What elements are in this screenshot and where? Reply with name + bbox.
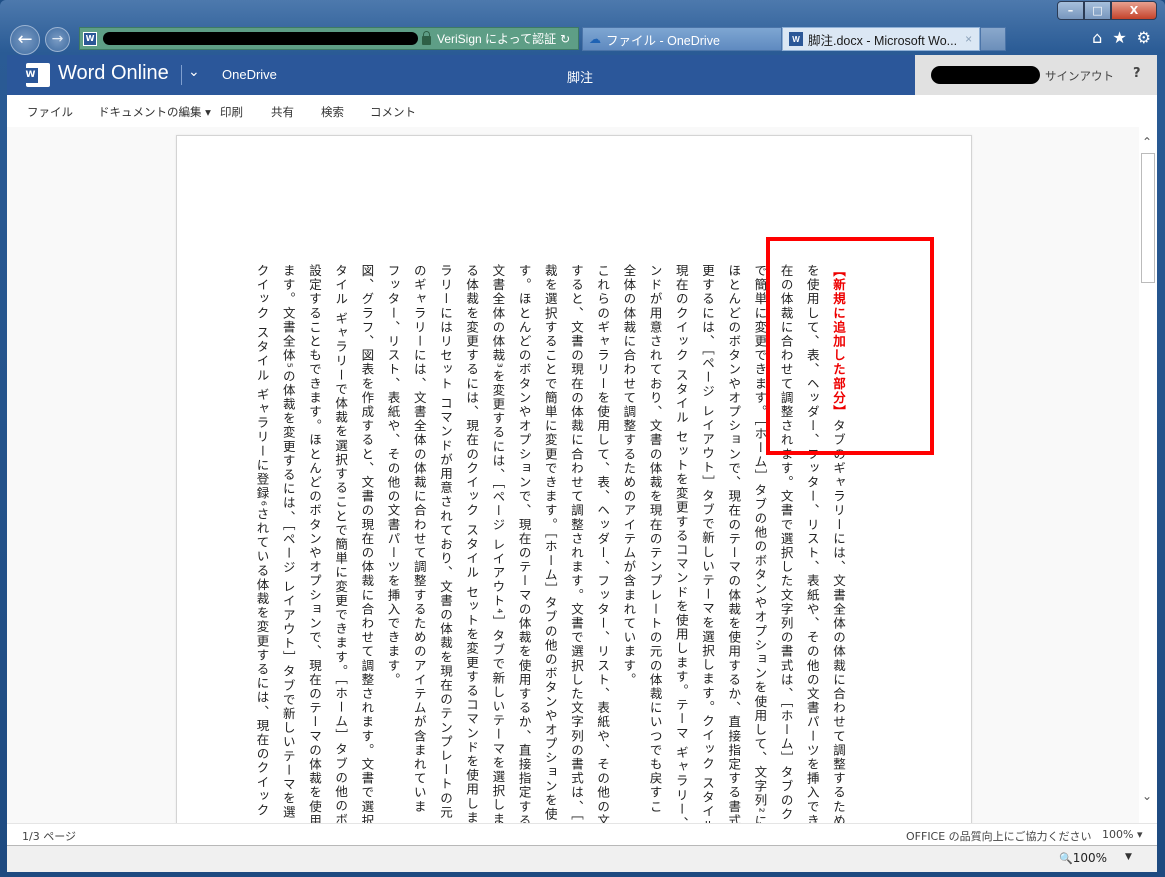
signout-link[interactable]: サインアウト	[1045, 68, 1114, 84]
scrollbar-thumb[interactable]	[1141, 153, 1155, 283]
tab-close-icon[interactable]: ×	[965, 32, 972, 46]
page-viewport: W Word Online ⌄ OneDrive 脚注 サインアウト ? ファイ…	[7, 55, 1157, 851]
text-column[interactable]: る体裁を変更するには、現在のクイック スタイル セットを変更するコマンドを使用し…	[458, 264, 484, 823]
browser-zoom-level[interactable]: 🔍100%	[1059, 851, 1107, 865]
document-body-text[interactable]: 【新規に追加した部分】タブのギャラリーには、文書全体の体裁に合わせて調整するため…	[248, 264, 851, 823]
browser-zoom-value: 100%	[1072, 851, 1108, 865]
text-column[interactable]: 更するには、［ページ レイアウト］タブで新しいテーマを選択します。クイック スタ…	[694, 264, 720, 823]
text-column[interactable]: ほとんどのボタンやオプションで、現在のテーマの体裁を使用するか、直接指定する書式	[720, 264, 746, 823]
text-column[interactable]: 設定することもできます。ほとんどのボタンやオプションで、現在のテーマの体裁を使用	[301, 264, 327, 823]
browser-status-bar: 🔍100% ▼	[7, 845, 1157, 872]
text-column[interactable]: 図、グラフ、図表を作成すると、文書の現在の体裁に合わせて調整されます。文書で選択	[353, 264, 379, 823]
back-arrow-icon: ←	[17, 29, 33, 50]
browser-toolbar-icons: ⌂ ★ ⚙	[1092, 28, 1151, 47]
tab-onedrive[interactable]: ☁ ファイル - OneDrive	[582, 27, 782, 51]
tab-label: ファイル - OneDrive	[606, 33, 720, 48]
app-launcher-chevron-icon[interactable]: ⌄	[188, 64, 200, 80]
document-page[interactable]: 【新規に追加した部分】タブのギャラリーには、文書全体の体裁に合わせて調整するため…	[176, 135, 972, 823]
document-title: 脚注	[567, 71, 594, 86]
zoom-magnifier-icon: 🔍	[1059, 852, 1073, 865]
user-area: サインアウト ?	[915, 55, 1157, 95]
word-online-header: W Word Online ⌄ OneDrive 脚注	[7, 55, 915, 95]
app-name[interactable]: Word Online	[58, 62, 169, 85]
text-column[interactable]: ます。文書全体⁵の体裁を変更するには、［ページ レイアウト］タブで新しいテーマを…	[275, 264, 301, 823]
new-tab-button[interactable]	[980, 27, 1006, 51]
ribbon-share[interactable]: 共有	[271, 104, 294, 120]
scroll-up-icon[interactable]: ⌃	[1142, 135, 1152, 149]
feedback-link[interactable]: OFFICE の品質向上にご協力ください	[906, 828, 1091, 844]
ribbon: ファイル ドキュメントの編集 ▾ 印刷 共有 検索 コメント	[7, 95, 1157, 127]
home-icon[interactable]: ⌂	[1092, 28, 1102, 47]
tab-label: 脚注.docx - Microsoft Wo...	[808, 33, 958, 48]
text-column[interactable]: これらのギャラリーを使用して、表、ヘッダー、フッター、リスト、表紙や、その他の文	[589, 264, 615, 823]
text-column[interactable]: 全体の体裁に合わせて調整するためのアイテムが含まれています。	[615, 264, 641, 823]
text-column[interactable]: タイル ギャラリーで体裁を選択することで簡単に変更できます。［ホーム］タブの他の…	[327, 264, 353, 823]
lock-icon[interactable]	[422, 31, 431, 45]
highlight-annotation-box	[766, 237, 934, 455]
address-bar[interactable]: W VeriSign によって認証 ↻	[79, 27, 579, 50]
url-redacted[interactable]	[103, 32, 418, 45]
text-column[interactable]: クイック スタイル ギャラリーに登録⁶されている体裁を変更するには、現在のクイッ…	[248, 264, 274, 823]
text-column[interactable]: フッター、リスト、表紙や、その他の文書パーツを挿入できます。	[379, 264, 405, 823]
vertical-scrollbar[interactable]: ⌃ ⌄	[1139, 127, 1157, 823]
help-button[interactable]: ?	[1133, 66, 1141, 81]
text-column[interactable]: 文書全体の体裁³を変更するには、［ページ レイアウト⁴］タブで新しいテーマを選択…	[484, 264, 510, 823]
word-icon: W	[789, 32, 803, 46]
settings-gear-icon[interactable]: ⚙	[1137, 28, 1151, 47]
text-column[interactable]: のギャラリーには、文書全体の体裁に合わせて調整するためのアイテムが含まれていま	[406, 264, 432, 823]
onedrive-cloud-icon: ☁	[589, 32, 601, 46]
favorites-star-icon[interactable]: ★	[1112, 28, 1126, 47]
close-window-button[interactable]: X	[1111, 1, 1157, 20]
ribbon-file[interactable]: ファイル	[27, 104, 73, 120]
back-button[interactable]: ←	[10, 25, 40, 55]
text-column[interactable]: ラリーにはリセット コマンドが用意されており、文書の体裁を現在のテンプレートの元	[432, 264, 458, 823]
header-divider	[181, 65, 182, 85]
forward-button[interactable]: →	[45, 27, 70, 52]
page-count: 1/3 ページ	[22, 830, 76, 843]
window-controls: – □ X	[1057, 1, 1157, 20]
user-name-redacted	[931, 66, 1040, 84]
scroll-down-icon[interactable]: ⌄	[1142, 789, 1152, 803]
zoom-selector[interactable]: 100% ▾	[1102, 828, 1142, 841]
word-status-bar: 1/3 ページ OFFICE の品質向上にご協力ください 100% ▾	[7, 823, 1157, 845]
text-column[interactable]: すると、文書の現在の体裁に合わせて調整されます。文書で選択した文字列の書式は、［	[563, 264, 589, 823]
forward-arrow-icon: →	[51, 31, 64, 47]
text-column[interactable]: す。ほとんどのボタンやオプションで、現在のテーマの体裁を使用するか、直接指定する	[510, 264, 536, 823]
document-canvas[interactable]: 【新規に追加した部分】タブのギャラリーには、文書全体の体裁に合わせて調整するため…	[7, 127, 1139, 823]
text-column[interactable]: 裁を選択することで簡単に変更できます。［ホーム］タブの他のボタンやオプションを使	[537, 264, 563, 823]
tab-word-document[interactable]: W 脚注.docx - Microsoft Wo... ×	[782, 27, 980, 51]
word-logo-letter: W	[23, 67, 38, 83]
word-favicon-icon: W	[83, 31, 97, 46]
text-column[interactable]: 現在のクイック スタイル セットを変更するコマンドを使用します。テーマ ギャラリ…	[668, 264, 694, 823]
ribbon-print[interactable]: 印刷	[220, 104, 243, 120]
zoom-dropdown-caret-icon[interactable]: ▼	[1125, 852, 1132, 862]
certificate-label[interactable]: VeriSign によって認証	[437, 30, 556, 47]
minimize-button[interactable]: –	[1057, 1, 1084, 20]
text-column[interactable]: ンドが用意されており、文書の体裁を現在のテンプレートの元の体裁にいつでも戻すこ	[641, 264, 667, 823]
word-logo-icon[interactable]: W	[23, 63, 50, 87]
refresh-icon[interactable]: ↻	[560, 32, 570, 46]
maximize-button[interactable]: □	[1084, 1, 1111, 20]
ribbon-search[interactable]: 検索	[321, 104, 344, 120]
ribbon-comment[interactable]: コメント	[370, 104, 416, 120]
onedrive-link[interactable]: OneDrive	[222, 67, 277, 82]
ribbon-edit-document[interactable]: ドキュメントの編集 ▾	[98, 104, 211, 120]
